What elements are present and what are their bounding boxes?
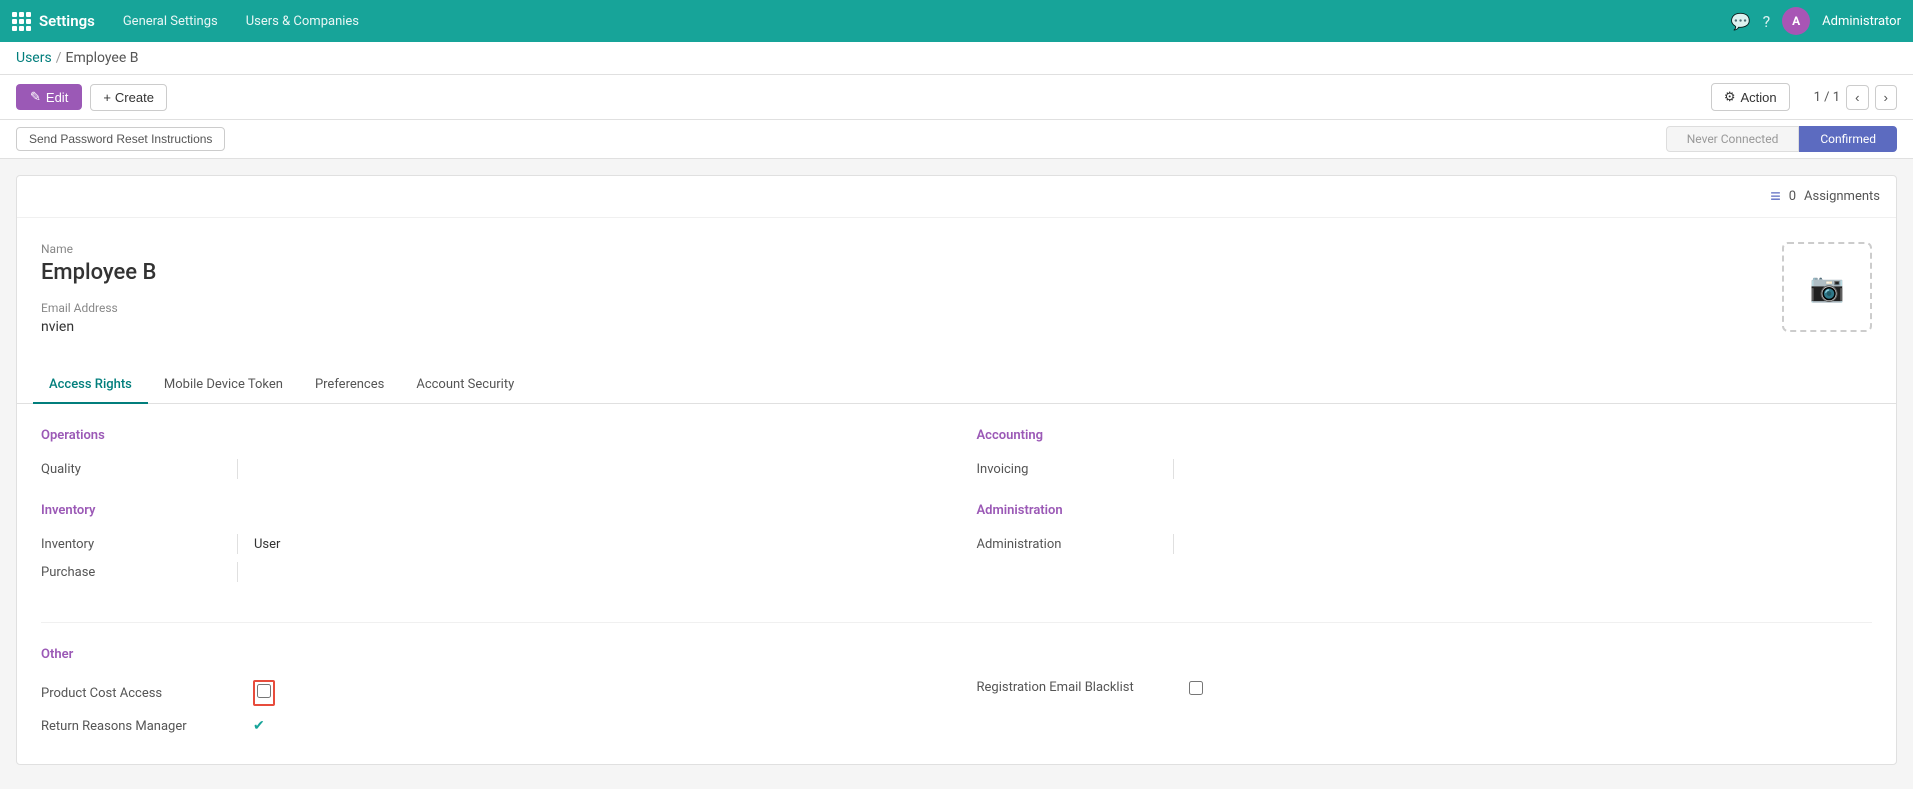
other-row-return-reasons: Return Reasons Manager ✔ (41, 712, 937, 740)
tab-content-access-rights: Operations Quality Inventory Inventory U… (17, 404, 1896, 764)
other-row-product-cost: Product Cost Access (41, 674, 937, 712)
product-cost-checkbox[interactable] (257, 684, 271, 698)
create-button[interactable]: + Create (90, 84, 167, 111)
section-accounting: Accounting Invoicing (977, 428, 1873, 483)
email-label: Email Address (41, 301, 1766, 315)
chat-icon[interactable]: 💬 (1731, 12, 1751, 31)
section-administration: Administration Administration (977, 503, 1873, 558)
username: Administrator (1822, 14, 1901, 29)
status-indicators: Never Connected Confirmed (1666, 126, 1897, 152)
breadcrumb-current: Employee B (65, 50, 138, 66)
access-grid: Operations Quality Inventory Inventory U… (41, 428, 1872, 606)
navbar: Settings General Settings Users & Compan… (0, 0, 1913, 42)
access-row-invoicing: Invoicing (977, 455, 1873, 483)
plus-icon: + (103, 90, 111, 105)
divider (41, 622, 1872, 623)
assignments-count: 0 (1789, 189, 1796, 204)
breadcrumb-separator: / (56, 50, 62, 66)
pagination-controls: 1 / 1 ‹ › (1798, 85, 1897, 110)
status-confirmed[interactable]: Confirmed (1799, 126, 1897, 152)
assignments-header: ≡ 0 Assignments (17, 176, 1896, 218)
form-fields: Name Employee B Email Address nvien (41, 242, 1766, 351)
tabs: Access Rights Mobile Device Token Prefer… (17, 367, 1896, 404)
section-accounting-title: Accounting (977, 428, 1873, 443)
quality-label: Quality (41, 462, 221, 477)
avatar-upload[interactable]: 📷 (1782, 242, 1872, 332)
avatar-initial: A (1792, 14, 1800, 28)
access-row-inventory: Inventory User (41, 530, 937, 558)
next-button[interactable]: › (1875, 85, 1897, 110)
product-cost-label: Product Cost Access (41, 686, 241, 701)
tab-account-security[interactable]: Account Security (400, 367, 530, 404)
help-icon[interactable]: ? (1763, 12, 1771, 31)
name-value: Employee B (41, 260, 1766, 285)
email-value: nvien (41, 319, 1766, 335)
edit-icon: ✎ (30, 89, 41, 105)
return-reasons-checkmark: ✔ (253, 718, 265, 734)
avatar[interactable]: A (1782, 7, 1810, 35)
name-field-group: Name Employee B (41, 242, 1766, 285)
access-right-column: Accounting Invoicing Administration Admi… (977, 428, 1873, 606)
assignments-icon: ≡ (1770, 186, 1781, 207)
tab-access-rights[interactable]: Access Rights (33, 367, 148, 404)
product-cost-checkbox-container (253, 680, 275, 706)
assignments-label: Assignments (1804, 189, 1880, 204)
reset-password-button[interactable]: Send Password Reset Instructions (16, 127, 225, 151)
inventory-value: User (254, 537, 334, 552)
section-operations: Operations Quality (41, 428, 937, 483)
name-label: Name (41, 242, 1766, 256)
email-blacklist-label: Registration Email Blacklist (977, 680, 1177, 695)
other-title: Other (41, 647, 1872, 662)
pagination-info: 1 / 1 (1814, 90, 1840, 105)
prev-button[interactable]: ‹ (1846, 85, 1868, 110)
access-row-quality: Quality (41, 455, 937, 483)
breadcrumb: Users / Employee B (0, 42, 1913, 75)
access-row-purchase: Purchase (41, 558, 937, 586)
status-never-connected[interactable]: Never Connected (1666, 126, 1800, 152)
access-row-administration: Administration (977, 530, 1873, 558)
section-administration-title: Administration (977, 503, 1873, 518)
status-bar: Send Password Reset Instructions Never C… (0, 120, 1913, 159)
email-field-group: Email Address nvien (41, 301, 1766, 335)
other-section: Other Product Cost Access Return Reasons… (41, 647, 1872, 740)
invoicing-label: Invoicing (977, 462, 1157, 477)
form-body: Name Employee B Email Address nvien 📷 (17, 218, 1896, 367)
other-grid: Product Cost Access Return Reasons Manag… (41, 674, 1872, 740)
assignments-widget[interactable]: ≡ 0 Assignments (1770, 186, 1880, 207)
other-row-email-blacklist: Registration Email Blacklist (977, 674, 1873, 701)
breadcrumb-parent[interactable]: Users (16, 50, 52, 66)
edit-button[interactable]: ✎ ✎ Edit Edit (16, 84, 82, 110)
section-inventory-title: Inventory (41, 503, 937, 518)
inventory-label: Inventory (41, 537, 221, 552)
section-operations-title: Operations (41, 428, 937, 443)
other-right: Registration Email Blacklist (977, 674, 1873, 740)
access-left-column: Operations Quality Inventory Inventory U… (41, 428, 937, 606)
gear-icon: ⚙ (1724, 89, 1736, 105)
tab-preferences[interactable]: Preferences (299, 367, 400, 404)
purchase-label: Purchase (41, 565, 221, 580)
administration-label: Administration (977, 537, 1157, 552)
action-button[interactable]: ⚙ Action (1711, 83, 1790, 111)
nav-right: 💬 ? A Administrator (1731, 7, 1901, 35)
section-inventory: Inventory Inventory User Purchase (41, 503, 937, 586)
nav-general-settings[interactable]: General Settings (111, 8, 230, 35)
main-content: ≡ 0 Assignments Name Employee B Email Ad… (16, 175, 1897, 765)
email-blacklist-checkbox[interactable] (1189, 681, 1203, 695)
nav-links: General Settings Users & Companies (111, 8, 1715, 35)
toolbar: ✎ ✎ Edit Edit + Create ⚙ Action 1 / 1 ‹ … (0, 75, 1913, 120)
grid-icon (12, 12, 31, 31)
camera-icon: 📷 (1810, 271, 1845, 304)
tab-mobile-device-token[interactable]: Mobile Device Token (148, 367, 299, 404)
return-reasons-label: Return Reasons Manager (41, 719, 241, 734)
nav-users-companies[interactable]: Users & Companies (234, 8, 371, 35)
other-left: Product Cost Access Return Reasons Manag… (41, 674, 937, 740)
app-name: Settings (39, 12, 95, 30)
app-brand[interactable]: Settings (12, 12, 95, 31)
